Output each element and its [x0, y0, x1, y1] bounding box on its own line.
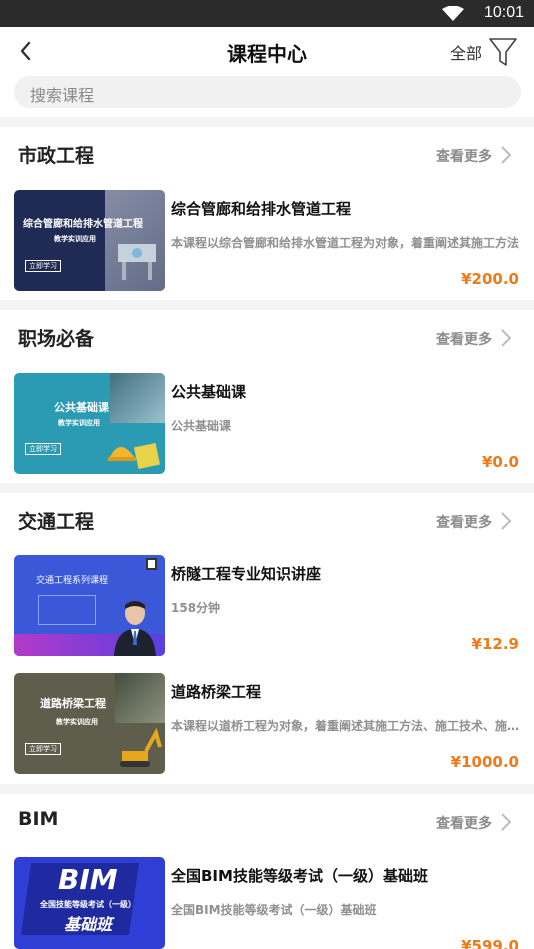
- section-header-bim: BIM 查看更多: [0, 794, 534, 850]
- status-time: 10:01: [483, 4, 524, 21]
- construction-helmet-icon: [108, 442, 161, 470]
- separator: [0, 117, 534, 127]
- view-more-link[interactable]: 查看更多: [436, 146, 492, 166]
- qr-code-icon: [146, 558, 157, 570]
- course-card[interactable]: 交通工程系列课程 桥隧工程专业知识讲座 158分钟 ¥12.9: [0, 555, 534, 658]
- course-price: ¥200.0: [461, 270, 519, 288]
- thumb-tag: 立即学习: [25, 743, 61, 755]
- thumb-title: 交通工程系列课程: [36, 576, 109, 586]
- chevron-right-icon[interactable]: [500, 328, 512, 348]
- course-thumbnail: BIM 全国技能等级考试（一级） 基础班: [14, 857, 165, 949]
- course-thumbnail: 道路桥梁工程 教学实训应用 立即学习: [14, 673, 165, 774]
- status-bar: 10:01: [0, 0, 534, 27]
- view-more-link[interactable]: 查看更多: [436, 813, 492, 833]
- course-thumbnail: 交通工程系列课程: [14, 555, 165, 656]
- thumb-subtitle: 教学实训应用: [54, 235, 96, 243]
- view-more-link[interactable]: 查看更多: [436, 329, 492, 349]
- wifi-icon: [442, 6, 464, 21]
- course-description: 本课程以综合管廊和给排水管道工程为对象，着重阐述其施工方法: [171, 236, 520, 250]
- section-header-municipal: 市政工程 查看更多: [0, 127, 534, 183]
- course-price: ¥12.9: [471, 635, 519, 653]
- thumb-title: 公共基础课: [54, 401, 109, 414]
- course-thumbnail: 综合管廊和给排水管道工程 教学实训应用 立即学习: [14, 190, 165, 291]
- separator: [0, 300, 534, 310]
- course-card[interactable]: 公共基础课 教学实训应用 立即学习 公共基础课 公共基础课 ¥0.0: [0, 373, 534, 476]
- thumb-tag: 基础班: [64, 915, 113, 934]
- course-card[interactable]: 综合管廊和给排水管道工程 教学实训应用 立即学习 综合管廊和给排水管道工程 本课…: [0, 190, 534, 293]
- nav-bar: 课程中心 全部: [0, 27, 534, 75]
- section-header-traffic: 交通工程 查看更多: [0, 493, 534, 549]
- course-description: 本课程以道桥工程为对象，着重阐述其施工方法、施工技术、施工组织: [171, 719, 521, 733]
- course-card[interactable]: BIM 全国技能等级考试（一级） 基础班 全国BIM技能等级考试（一级）基础班 …: [0, 857, 534, 949]
- chevron-right-icon[interactable]: [500, 812, 512, 832]
- thumb-title: BIM: [58, 863, 118, 896]
- filter-funnel-icon[interactable]: [488, 36, 518, 68]
- course-title: 道路桥梁工程: [171, 683, 262, 701]
- chevron-right-icon[interactable]: [500, 511, 512, 531]
- search-input[interactable]: 搜索课程: [14, 76, 521, 108]
- pipe-illustration-icon: [118, 244, 156, 280]
- view-more-link[interactable]: 查看更多: [436, 512, 492, 532]
- section-title: BIM: [18, 808, 59, 830]
- course-card[interactable]: 道路桥梁工程 教学实训应用 立即学习 道路桥梁工程 本课程以道桥工程为对象，着重…: [0, 673, 534, 776]
- filter-label[interactable]: 全部: [450, 40, 482, 64]
- thumb-tag: 立即学习: [25, 443, 61, 455]
- course-price: ¥0.0: [481, 453, 519, 471]
- course-thumbnail: 公共基础课 教学实训应用 立即学习: [14, 373, 165, 474]
- search-placeholder: 搜索课程: [30, 86, 95, 105]
- excavator-icon: [120, 727, 162, 767]
- course-title: 桥隧工程专业知识讲座: [171, 565, 322, 583]
- thumb-subtitle: 教学实训应用: [58, 419, 100, 427]
- section-title: 职场必备: [18, 328, 95, 350]
- section-title: 市政工程: [18, 145, 95, 167]
- course-price: ¥599.0: [461, 937, 519, 949]
- course-description: 公共基础课: [171, 419, 232, 433]
- course-description: 全国BIM技能等级考试（一级）基础班: [171, 903, 377, 917]
- presenter-avatar: [114, 601, 156, 656]
- thumb-tag: 立即学习: [25, 260, 61, 272]
- thumb-subtitle: 全国技能等级考试（一级）: [40, 900, 136, 909]
- separator: [0, 483, 534, 493]
- course-title: 综合管廊和给排水管道工程: [171, 200, 352, 218]
- section-header-workplace: 职场必备 查看更多: [0, 310, 534, 366]
- course-title: 公共基础课: [171, 383, 247, 401]
- course-price: ¥1000.0: [450, 753, 519, 771]
- section-title: 交通工程: [18, 511, 95, 533]
- chevron-right-icon[interactable]: [500, 145, 512, 165]
- separator: [0, 784, 534, 794]
- thumb-title: 综合管廊和给排水管道工程: [23, 219, 143, 230]
- course-title: 全国BIM技能等级考试（一级）基础班: [171, 867, 428, 885]
- course-description: 158分钟: [171, 601, 221, 615]
- thumb-title: 道路桥梁工程: [40, 697, 106, 710]
- thumb-subtitle: 教学实训应用: [56, 718, 98, 726]
